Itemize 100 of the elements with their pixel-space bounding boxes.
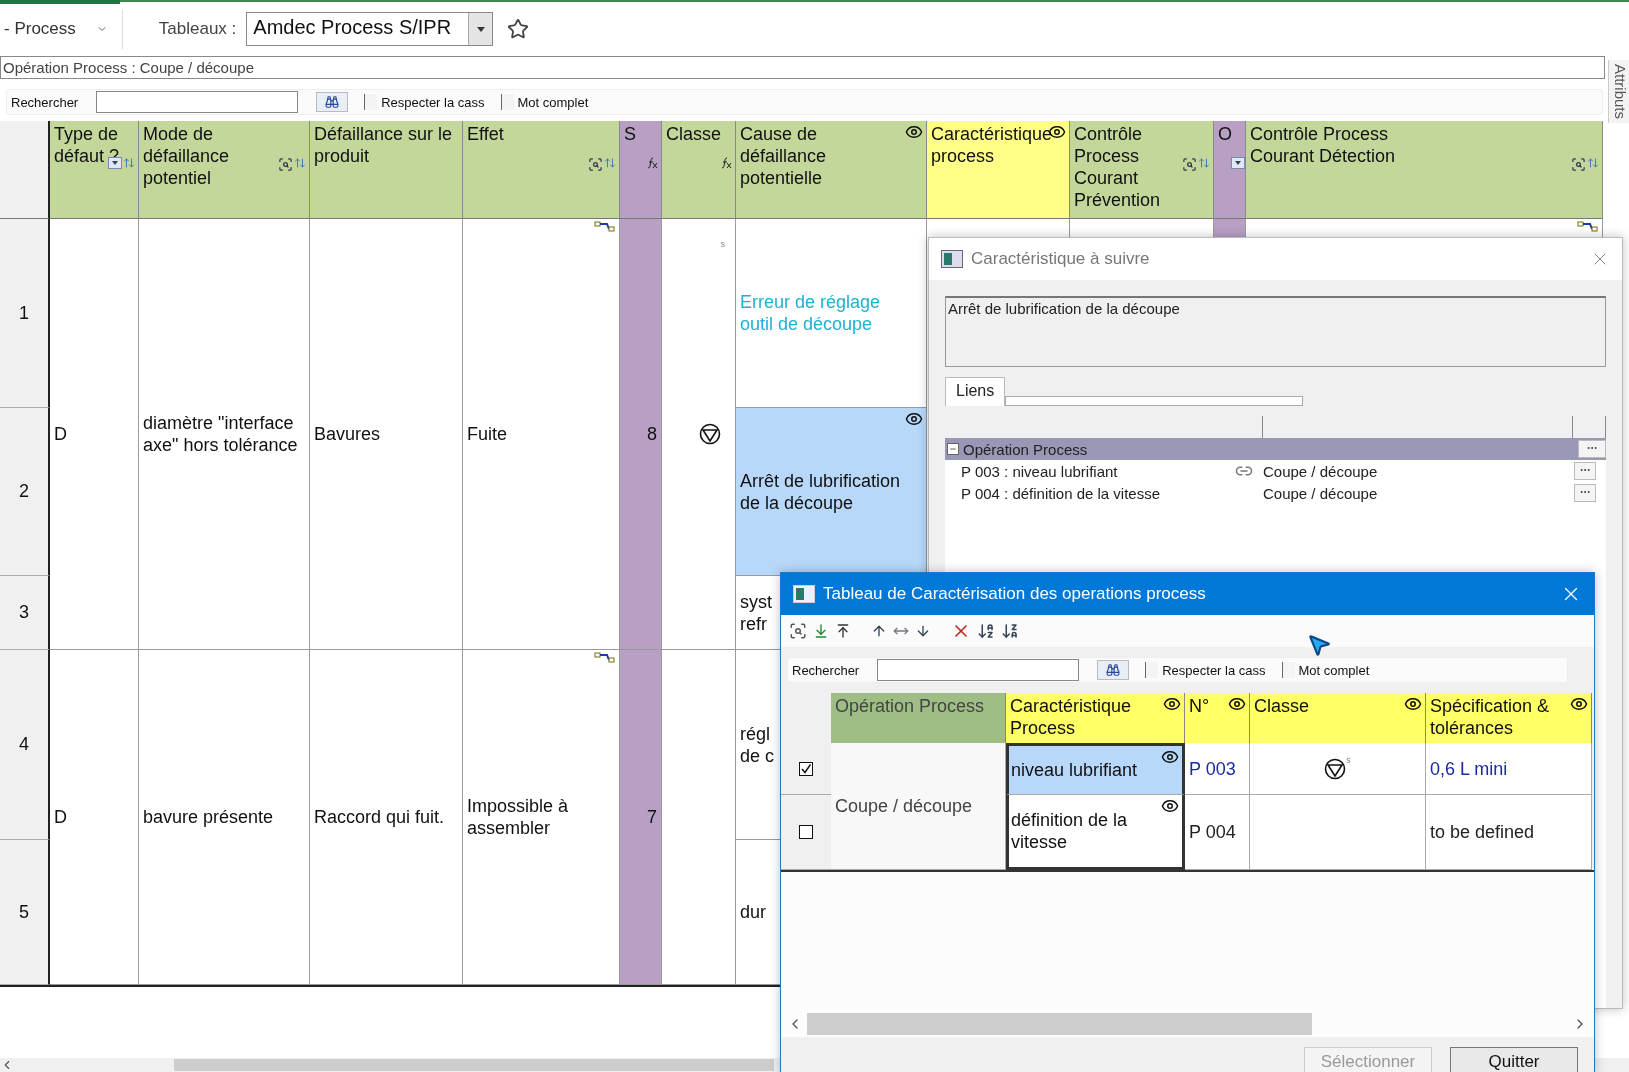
move-down-icon[interactable] <box>813 623 829 639</box>
view-dropdown[interactable]: - Process <box>0 9 123 49</box>
tree-item-operation: Coupe / découpe <box>1263 462 1379 480</box>
table-cell: 0,6 L mini <box>1426 743 1592 795</box>
class-mark: s <box>720 238 725 251</box>
table-cell: Bavures <box>310 219 463 650</box>
table-cell: P 003 <box>1185 743 1250 795</box>
sort-icon[interactable] <box>604 157 616 169</box>
row-checkbox[interactable] <box>799 761 813 776</box>
column-header[interactable]: Défaillance sur le produit <box>310 121 463 219</box>
table-cell: diamètre "interface axe" hors tolérance <box>139 219 310 650</box>
column-header[interactable]: S <box>620 121 662 219</box>
eye-icon[interactable] <box>1163 695 1181 713</box>
column-search-icon[interactable] <box>588 157 603 172</box>
sort-icon[interactable] <box>294 157 306 169</box>
tab[interactable]: Liens <box>945 377 1006 406</box>
breadcrumb-field: Opération Process : Coupe / découpe <box>0 56 1605 79</box>
arrow-down-icon[interactable] <box>915 623 931 639</box>
eye-icon[interactable] <box>905 410 923 428</box>
class-symbol-icon <box>1324 757 1347 780</box>
filter-dropdown-icon[interactable] <box>108 157 122 169</box>
column-search-icon[interactable] <box>1182 157 1197 172</box>
eye-icon[interactable] <box>1161 748 1179 766</box>
column-search-icon[interactable] <box>278 157 293 172</box>
text-field[interactable]: Arrêt de lubrification de la découpe <box>945 296 1606 367</box>
tree-group-label: Opération Process <box>963 440 1089 458</box>
column-header[interactable]: N° <box>1185 693 1250 743</box>
sort-ascending-icon[interactable] <box>977 622 995 640</box>
column-header[interactable]: Contrôle Process Courant Détection <box>1246 121 1603 219</box>
caret-icon <box>476 26 485 32</box>
column-header[interactable]: Mode de défaillance potentiel <box>139 121 310 219</box>
column-header[interactable]: O <box>1214 121 1246 219</box>
search-field[interactable] <box>877 659 1080 681</box>
row-number: 3 <box>0 576 50 650</box>
function-icon <box>720 157 732 169</box>
search-option[interactable]: Mot complet <box>500 94 589 110</box>
binoculars-icon <box>1106 663 1121 677</box>
dropdown-button[interactable] <box>468 13 493 45</box>
table-cell: D <box>50 219 139 650</box>
tree-item[interactable]: P 003 : niveau lubrifiant <box>945 462 1235 480</box>
column-header[interactable]: Classe <box>1250 693 1426 743</box>
eye-icon[interactable] <box>1161 797 1179 815</box>
eye-icon[interactable] <box>1228 695 1246 713</box>
eye-icon[interactable] <box>1404 695 1422 713</box>
sort-icon[interactable] <box>1198 157 1210 169</box>
table-cell: Coupe / découpe <box>831 743 1006 870</box>
search-field[interactable] <box>96 91 299 113</box>
tree-group-row[interactable]: Opération Process <box>945 438 1606 460</box>
table-cell[interactable]: niveau lubrifiant <box>1006 743 1185 795</box>
eye-icon[interactable] <box>905 123 923 141</box>
column-header[interactable]: Caractéristique Process <box>1006 693 1185 743</box>
row-number: 4 <box>0 650 50 840</box>
eye-icon[interactable] <box>1570 695 1588 713</box>
sort-icon[interactable] <box>1587 157 1599 169</box>
table-cell: Raccord qui fuit. <box>310 650 463 985</box>
search-button[interactable] <box>1097 660 1130 680</box>
table-cell[interactable]: Arrêt de lubrification de la découpe <box>736 408 927 576</box>
column-header[interactable]: Caractéristique process <box>927 121 1070 219</box>
search-button[interactable] <box>316 92 349 112</box>
column-header[interactable]: Opération Process <box>831 693 1006 743</box>
tableaux-label: Tableaux : <box>158 19 237 39</box>
side-tab[interactable]: Attributs <box>1608 60 1629 124</box>
move-up-icon[interactable] <box>835 623 851 639</box>
class-mark: s <box>1346 754 1351 767</box>
dialog-title: Caractéristique à suivre <box>971 249 1151 269</box>
tree-item[interactable]: P 004 : définition de la vitesse <box>945 484 1235 502</box>
sort-descending-icon[interactable] <box>1001 622 1019 640</box>
mouse-cursor-icon <box>1306 632 1332 658</box>
binoculars-icon <box>325 95 340 109</box>
row-number: 1 <box>0 219 50 408</box>
filter-dropdown-icon[interactable] <box>1231 157 1245 169</box>
column-header[interactable]: Cause de défaillance potentielle <box>736 121 927 219</box>
column-header[interactable]: Spécification & tolérances <box>1426 693 1592 743</box>
collapse-icon[interactable] <box>947 443 959 455</box>
column-search-icon[interactable] <box>1571 157 1586 172</box>
function-icon <box>646 157 658 169</box>
tableaux-combo[interactable]: Amdec Process S/IPR <box>246 12 494 46</box>
row-number: 5 <box>0 840 50 985</box>
table-cell: bavure présente <box>139 650 310 985</box>
table-cell: D <box>50 650 139 985</box>
search-option[interactable]: Respecter la cass <box>1145 662 1266 678</box>
scrollbar-thumb[interactable] <box>174 1059 774 1071</box>
table-cell: to be defined <box>1426 795 1592 870</box>
tree-item-operation: Coupe / découpe <box>1263 484 1379 502</box>
row-checkbox[interactable] <box>799 825 813 839</box>
window-icon <box>941 250 963 268</box>
table-cell[interactable]: définition de la vitesse <box>1006 795 1185 870</box>
score-cell: 7 <box>620 650 662 985</box>
search-option[interactable]: Mot complet <box>1281 662 1370 678</box>
search-option[interactable]: Respecter la cass <box>364 94 485 110</box>
column-header[interactable]: Effet <box>463 121 620 219</box>
dialog-title: Tableau de Caractérisation des operations process <box>823 584 1207 604</box>
column-header[interactable]: Contrôle Process Courant Prévention <box>1070 121 1214 219</box>
table-cell: P 004 <box>1185 795 1250 870</box>
dialog-button[interactable]: Quitter <box>1450 1047 1578 1072</box>
column-header[interactable]: Classe <box>662 121 736 219</box>
zoom-icon[interactable] <box>789 622 807 640</box>
table-cell: Fuite <box>467 423 508 445</box>
search-label: Rechercher <box>11 94 79 110</box>
scrollbar-thumb[interactable] <box>807 1013 1312 1035</box>
